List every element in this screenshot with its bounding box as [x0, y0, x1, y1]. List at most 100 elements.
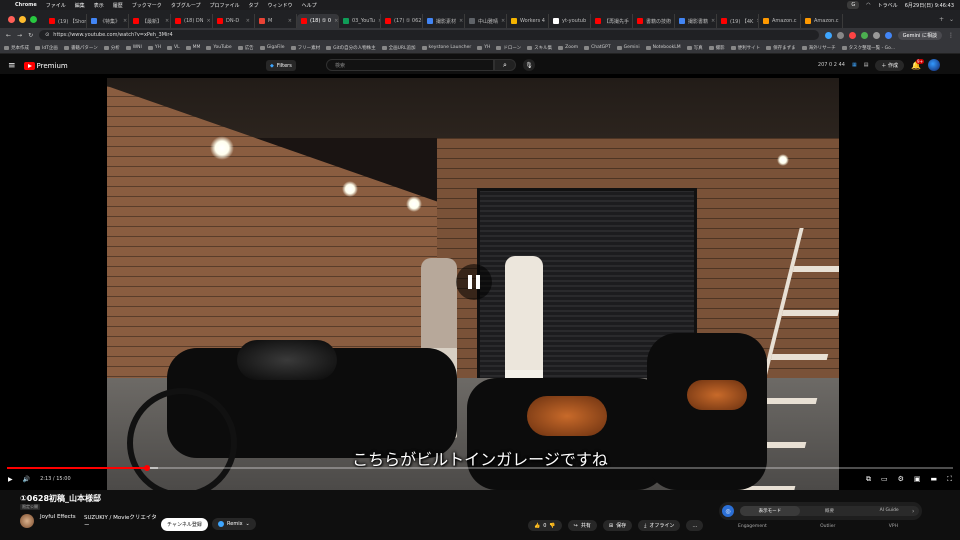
voice-search-button[interactable]: 🎙	[523, 59, 535, 71]
menu-bookmarks[interactable]: ブックマーク	[132, 2, 162, 9]
bookmark-item[interactable]: 海外リサーチ	[801, 45, 836, 51]
account-avatar[interactable]	[928, 59, 940, 71]
browser-tab[interactable]: 《特集》 ×	[87, 14, 129, 28]
bookmark-item[interactable]: Gemini	[616, 45, 640, 50]
filters-button[interactable]: ◆ Filters	[266, 60, 296, 71]
close-tab-icon[interactable]: ×	[501, 18, 505, 24]
bookmark-item[interactable]: YouTube	[206, 45, 232, 50]
zoom-window-button[interactable]	[30, 15, 37, 23]
bookmark-item[interactable]: Gitの自分の人物株主	[326, 45, 376, 51]
bookmark-star-icon[interactable]	[836, 31, 844, 39]
fullscreen-icon[interactable]: ⛶	[947, 475, 952, 484]
browser-tab[interactable]: Workers 4×	[507, 14, 549, 28]
search-input[interactable]: 検索	[326, 59, 494, 71]
progress-scrubber[interactable]	[144, 465, 150, 471]
bookmark-item[interactable]: IdT企画	[35, 45, 58, 51]
ai-mode-summary[interactable]: 概要	[800, 506, 860, 516]
browser-tab[interactable]: 書籍の技術×	[633, 14, 675, 28]
gemini-status-icon[interactable]: G	[847, 1, 860, 9]
bookmark-item[interactable]: keystone Launcher	[421, 45, 471, 50]
more-actions-button[interactable]: …	[686, 520, 704, 531]
bookmark-item[interactable]: GigaFile	[259, 45, 285, 50]
autoplay-toggle-icon[interactable]: ⧉	[866, 475, 871, 484]
bookmark-item[interactable]: WNI	[125, 45, 142, 50]
extension-icon[interactable]: ▦	[852, 62, 857, 68]
share-button[interactable]: ↪ 共有	[567, 520, 597, 531]
settings-gear-icon[interactable]: ⚙	[898, 475, 904, 483]
tab-search-icon[interactable]: ⌄	[949, 16, 954, 23]
menu-file[interactable]: ファイル	[46, 2, 66, 9]
extension-icon[interactable]	[848, 31, 856, 39]
channel-avatar[interactable]	[20, 514, 34, 528]
back-icon[interactable]: ←	[6, 32, 11, 39]
bookmark-item[interactable]: MM	[185, 45, 200, 50]
bookmark-item[interactable]: 保存まずま	[766, 45, 796, 51]
menu-tab[interactable]: タブ	[249, 2, 259, 9]
close-tab-icon[interactable]: ×	[459, 18, 463, 24]
browser-tab[interactable]: (18) DN ×	[171, 14, 213, 28]
subscribe-button[interactable]: チャンネル登録	[161, 518, 208, 531]
chevron-icon[interactable]: ›	[912, 508, 914, 515]
address-bar[interactable]: ⊙ https://www.youtube.com/watch?v=xPeh_3…	[39, 30, 819, 40]
bookmark-item[interactable]: 見本作成	[4, 45, 29, 51]
create-button[interactable]: ＋ 作成	[875, 59, 905, 71]
menu-edit[interactable]: 編集	[75, 2, 85, 9]
close-tab-icon[interactable]: ×	[206, 18, 210, 24]
close-tab-icon[interactable]: ×	[288, 18, 292, 24]
bookmark-item[interactable]: 撮影	[708, 45, 725, 51]
new-tab-icon[interactable]: +	[939, 16, 944, 23]
menu-view[interactable]: 表示	[94, 2, 104, 9]
site-info-icon[interactable]: ⊙	[45, 32, 49, 38]
kebab-menu-icon[interactable]: ⋮	[948, 32, 954, 39]
search-button[interactable]: ⌕	[494, 59, 516, 71]
bookmark-item[interactable]: 分析	[103, 45, 120, 51]
browser-tab[interactable]: Amazon.c×	[801, 14, 843, 28]
ai-mode-guide[interactable]: AI Guide	[859, 506, 919, 516]
close-window-button[interactable]	[8, 15, 15, 23]
wifi-icon[interactable]: ◠	[866, 2, 870, 8]
puzzle-icon[interactable]	[872, 31, 880, 39]
close-tab-icon[interactable]: ×	[334, 18, 338, 24]
browser-tab[interactable]: DN-D ×	[213, 14, 255, 28]
status-label[interactable]: トラベル	[878, 2, 898, 9]
theater-mode-icon[interactable]: ▬	[930, 475, 937, 483]
close-tab-icon[interactable]: ×	[123, 18, 127, 24]
bookmark-item[interactable]: ChatGPT	[584, 45, 611, 50]
close-tab-icon[interactable]: ×	[246, 18, 250, 24]
bookmark-item[interactable]: YH	[477, 45, 490, 50]
close-tab-icon[interactable]: ×	[711, 18, 715, 24]
bookmark-item[interactable]: YH	[147, 45, 161, 50]
browser-tab[interactable]: 撮影素材 ×	[423, 14, 465, 28]
extension-icon[interactable]	[824, 31, 832, 39]
save-button[interactable]: ⊞ 保存	[602, 520, 633, 531]
channel-name[interactable]: Joyful Effects	[40, 514, 76, 520]
like-button[interactable]: 👍 0 👎	[528, 520, 562, 531]
browser-tab[interactable]: (19) 【Shorts】×	[45, 14, 87, 28]
hamburger-menu-icon[interactable]: ≡	[8, 61, 16, 71]
extension-icon[interactable]	[860, 31, 868, 39]
clock[interactable]: 6月29日(日) 9:46:43	[905, 2, 954, 9]
browser-tab[interactable]: 【再撮先手×	[591, 14, 633, 28]
video-player[interactable]: こちらがビルトインガレージですね ▶ 🔊 2:13 / 15:00 ⧉ ▭ ⚙ …	[0, 74, 960, 490]
menu-tabgroups[interactable]: タブグループ	[171, 2, 201, 9]
browser-tab[interactable]: 撮影書籍 ×	[675, 14, 717, 28]
browser-tab[interactable]: Amazon.c×	[759, 14, 801, 28]
subtitles-icon[interactable]: ▭	[881, 475, 888, 483]
bookmark-item[interactable]: Zoom	[558, 45, 578, 50]
bookmark-item[interactable]: フリー素材	[290, 45, 320, 51]
menu-history[interactable]: 履歴	[113, 2, 123, 9]
bookmark-item[interactable]: VL	[167, 45, 180, 50]
bookmark-item[interactable]: 書籍パターン	[63, 45, 98, 51]
bookmark-item[interactable]: 便利サイト	[730, 45, 760, 51]
browser-tab[interactable]: (18) ① 0 ×	[297, 14, 339, 28]
profile-avatar[interactable]	[884, 31, 892, 39]
download-button[interactable]: ⤓ オフライン	[638, 520, 681, 531]
bookmark-item[interactable]: 全画URL追加	[381, 45, 416, 51]
progress-bar[interactable]	[7, 465, 953, 471]
grid-icon[interactable]: ▤	[864, 62, 869, 68]
close-tab-icon[interactable]: ×	[842, 18, 843, 24]
bookmark-item[interactable]: 写真	[686, 45, 703, 51]
remix-button[interactable]: Remix ⌄	[212, 518, 256, 530]
bookmark-item[interactable]: 広告	[237, 45, 254, 51]
bookmark-item[interactable]: タスク整理一覧 - Go...	[841, 45, 895, 51]
